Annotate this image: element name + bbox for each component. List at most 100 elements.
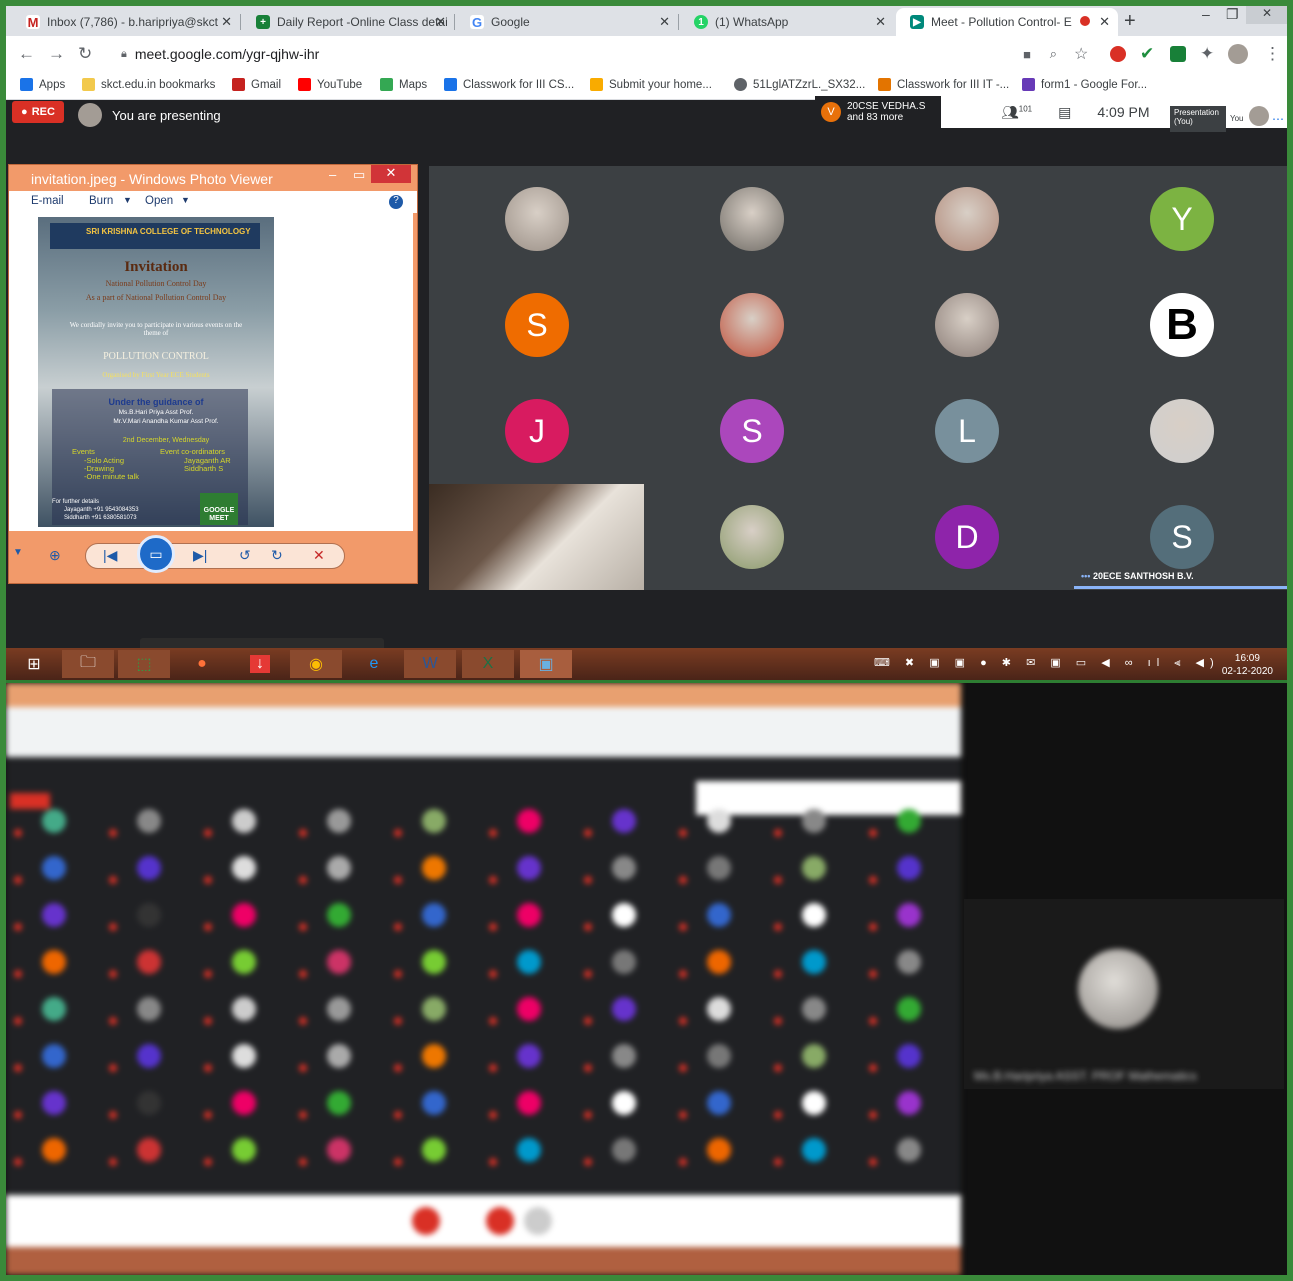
close-window-button[interactable]: ✕	[1246, 6, 1287, 24]
participant-tile[interactable]	[859, 272, 1074, 378]
next-icon[interactable]: ▶|	[193, 547, 207, 564]
participant-avatar	[232, 903, 256, 927]
minimize-button[interactable]: –	[1202, 6, 1210, 22]
slideshow-button[interactable]: ▭	[137, 535, 175, 573]
bookmark-folder[interactable]: skct.edu.in bookmarks	[82, 78, 215, 91]
bookmark-submit[interactable]: Submit your home...	[590, 78, 712, 91]
profile-avatar[interactable]	[1228, 44, 1248, 64]
minimize-button[interactable]: –	[329, 167, 336, 182]
photo-viewer-icon[interactable]: ▣	[520, 650, 572, 678]
windows-start-icon[interactable]: ⊞	[8, 650, 60, 678]
zoom-icon[interactable]: ⌕	[1050, 46, 1057, 62]
close-icon[interactable]: ✕	[435, 14, 446, 30]
menu-email[interactable]: E-mail	[31, 195, 64, 207]
participant-tile[interactable]: S	[644, 378, 859, 484]
participant-avatar	[422, 903, 446, 927]
self-avatar[interactable]	[1249, 106, 1269, 126]
tab-gmail[interactable]: M Inbox (7,786) - b.haripriya@skct ✕	[12, 8, 240, 36]
tab-meet[interactable]: ▶ Meet - Pollution Control- E ✕	[896, 8, 1118, 36]
close-button[interactable]: ✕	[371, 165, 411, 183]
participant-tile[interactable]	[429, 166, 644, 272]
actual-size-icon[interactable]: ⊕	[49, 547, 61, 564]
check-icon[interactable]: ✔	[1140, 44, 1154, 64]
edge-icon[interactable]: e	[348, 650, 400, 678]
help-icon[interactable]: ?	[389, 195, 403, 209]
tab-whatsapp[interactable]: 1 (1) WhatsApp ✕	[680, 8, 894, 36]
extension-icon[interactable]	[1110, 46, 1126, 62]
word-icon[interactable]: W	[404, 650, 456, 678]
chevron-down-icon[interactable]: ▼	[13, 547, 23, 558]
rotate-right-icon[interactable]: ↻	[271, 547, 283, 564]
participant-tile[interactable]: B	[1074, 272, 1287, 378]
more-icon[interactable]: ⋯	[1272, 112, 1284, 126]
participant-tile[interactable]	[644, 166, 859, 272]
participant-tile[interactable]: S	[429, 272, 644, 378]
participant-avatar	[897, 1044, 921, 1068]
camera-off-icon[interactable]	[524, 1207, 552, 1235]
participant-tile[interactable]	[1074, 378, 1287, 484]
end-call-icon[interactable]	[486, 1207, 514, 1235]
chat-icon[interactable]: ▤	[1058, 104, 1071, 121]
bookmark-classwork-cs[interactable]: Classwork for III CS...	[444, 78, 574, 91]
participant-tile[interactable]	[859, 166, 1074, 272]
clock[interactable]: 16:09 02-12-2020	[1222, 652, 1273, 678]
star-icon[interactable]: ☆	[1074, 44, 1088, 64]
mic-off-icon[interactable]	[412, 1207, 440, 1235]
firefox-icon[interactable]: ●	[176, 650, 228, 678]
bookmark-maps[interactable]: Maps	[380, 78, 427, 91]
rotate-left-icon[interactable]: ↺	[239, 547, 251, 564]
menu-open[interactable]: Open	[145, 195, 173, 207]
participant-tile[interactable]: D	[859, 484, 1074, 590]
participant-tile[interactable]	[644, 272, 859, 378]
system-tray-icons[interactable]: ⌨ ✖ ▣ ▣ ● ✱ ✉ ▣ ▭ ◀ ∞ ıl ⫷ ◀)	[874, 656, 1220, 670]
file-explorer-icon[interactable]: 🗀︎	[62, 650, 114, 678]
participant-tile[interactable]: L	[859, 378, 1074, 484]
back-icon[interactable]: ←	[18, 44, 35, 64]
url-field[interactable]: 🔒︎ meet.google.com/ygr-qjhw-ihr ■ ⌕	[111, 40, 1071, 68]
close-icon[interactable]: ✕	[221, 14, 232, 30]
tab-google[interactable]: G Google ✕	[456, 8, 678, 36]
bookmark-gmail[interactable]: Gmail	[232, 78, 281, 91]
chevron-down-icon[interactable]: ▼	[123, 195, 132, 205]
participant-tile[interactable]: J	[429, 378, 644, 484]
bookmark-youtube[interactable]: YouTube	[298, 78, 362, 91]
muted-indicator-icon	[679, 829, 687, 837]
previous-icon[interactable]: |◀	[103, 547, 117, 564]
restore-button[interactable]: ❐	[1226, 6, 1239, 23]
bookmark-image[interactable]: 51LglATZzrL._SX32...	[734, 78, 865, 91]
excel-icon[interactable]: X	[462, 650, 514, 678]
participant-avatar	[612, 950, 636, 974]
poster-theme: POLLUTION CONTROL	[103, 351, 209, 362]
presentation-tile[interactable]: Presentation (You)	[1170, 106, 1226, 132]
bookmark-classwork-it[interactable]: Classwork for III IT -...	[878, 78, 1009, 91]
bookmark-form[interactable]: form1 - Google For...	[1022, 78, 1147, 91]
bookmark-apps[interactable]: Apps	[20, 78, 65, 91]
camera-icon[interactable]: ■	[1023, 47, 1031, 62]
poster-line: We cordially invite you to participate i…	[69, 321, 243, 337]
people-icon[interactable]: 👥︎101	[1001, 104, 1032, 121]
muted-indicator-icon	[109, 923, 117, 931]
close-icon[interactable]: ✕	[1099, 14, 1110, 30]
puzzle-icon[interactable]: ✦	[1200, 44, 1214, 64]
close-icon[interactable]: ✕	[875, 14, 886, 30]
chrome-icon[interactable]: ◉	[290, 650, 342, 678]
participant-tile[interactable]	[429, 484, 644, 590]
participant-avatar	[897, 950, 921, 974]
reload-icon[interactable]: ↻	[78, 44, 92, 64]
tab-daily-report[interactable]: + Daily Report -Online Class detai ✕	[242, 8, 454, 36]
delete-icon[interactable]: ✕	[313, 547, 325, 564]
store-icon[interactable]: ⬚	[118, 650, 170, 678]
participant-tile[interactable]	[644, 484, 859, 590]
menu-icon[interactable]: ⋮	[1264, 44, 1281, 64]
download-icon[interactable]: ↓	[234, 650, 286, 678]
participant-tile[interactable]: Y	[1074, 166, 1287, 272]
maximize-button[interactable]: ▭	[353, 167, 365, 183]
close-icon[interactable]: ✕	[659, 14, 670, 30]
muted-indicator-icon	[14, 1064, 22, 1072]
new-tab-button[interactable]: +	[1124, 10, 1136, 33]
menu-burn[interactable]: Burn	[89, 195, 113, 207]
forward-icon[interactable]: →	[48, 44, 65, 64]
chevron-down-icon[interactable]: ▼	[181, 195, 190, 205]
sheets-extension-icon[interactable]	[1170, 46, 1186, 62]
active-speaker-chip[interactable]: V 20CSE VEDHA.S and 83 more	[815, 96, 941, 128]
